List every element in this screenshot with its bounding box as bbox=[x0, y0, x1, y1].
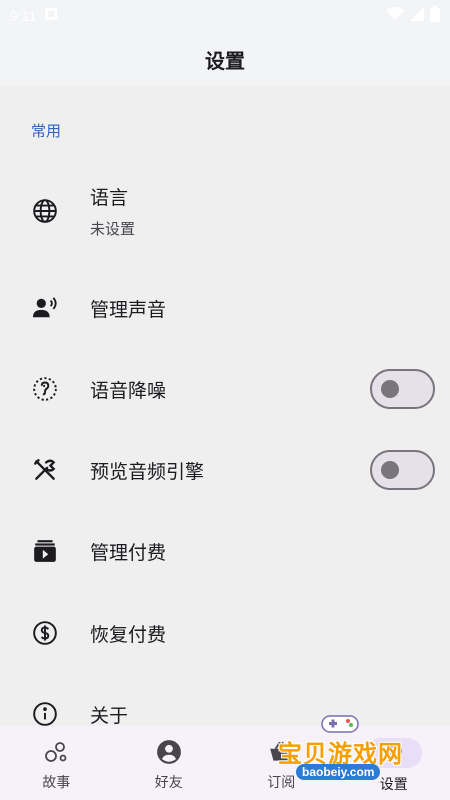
basket-icon bbox=[267, 738, 295, 766]
wifi-icon bbox=[386, 7, 404, 25]
audio-engine-toggle[interactable] bbox=[370, 450, 435, 490]
page-title: 设置 bbox=[205, 48, 245, 73]
nav-label: 设置 bbox=[379, 777, 408, 793]
setting-label: 管理付费 bbox=[90, 541, 167, 564]
setting-label: 管理声音 bbox=[90, 298, 167, 321]
bubbles-icon bbox=[42, 738, 70, 766]
setting-row-manage-voices[interactable]: 管理声音 bbox=[0, 268, 450, 348]
info-icon bbox=[32, 701, 58, 726]
nav-label: 好友 bbox=[154, 775, 183, 791]
nav-item-friends[interactable]: 好友 bbox=[113, 726, 226, 800]
voice-icon bbox=[32, 295, 58, 321]
setting-row-language[interactable]: 语言 未设置 bbox=[0, 171, 450, 251]
setting-row-restore-payments[interactable]: 恢复付费 bbox=[0, 593, 450, 673]
setting-label: 语音降噪 bbox=[90, 379, 167, 402]
nav-label: 订阅 bbox=[267, 775, 296, 791]
toggle-knob bbox=[381, 380, 399, 398]
setting-row-audio-engine[interactable]: 预览音频引擎 bbox=[0, 430, 450, 510]
status-bar: 9:11 bbox=[0, 0, 450, 32]
globe-icon bbox=[32, 198, 58, 224]
setting-label: 关于 bbox=[90, 704, 129, 727]
signal-icon bbox=[410, 7, 424, 25]
dollar-icon bbox=[32, 620, 58, 646]
nav-item-stories[interactable]: 故事 bbox=[0, 726, 113, 800]
app-bar: 设置 bbox=[0, 32, 450, 86]
noise-reduction-toggle[interactable] bbox=[370, 369, 435, 409]
section-header: 常用 bbox=[31, 122, 62, 140]
battery-icon bbox=[430, 6, 440, 26]
settings-icon bbox=[382, 739, 406, 767]
setting-sublabel: 未设置 bbox=[90, 220, 136, 238]
setting-label: 恢复付费 bbox=[90, 623, 167, 646]
active-indicator bbox=[365, 738, 422, 768]
nav-item-settings[interactable]: 设置 bbox=[338, 726, 450, 800]
account-icon bbox=[155, 738, 183, 766]
noise-reduction-icon bbox=[32, 376, 58, 402]
setting-row-manage-payments[interactable]: 管理付费 bbox=[0, 511, 450, 591]
setting-label: 预览音频引擎 bbox=[90, 460, 205, 483]
nav-item-subscriptions[interactable]: 订阅 bbox=[225, 726, 338, 800]
status-time: 9:11 bbox=[10, 8, 37, 24]
settings-list: 常用 语言 未设置 管理声音 语音降噪 预览音频引擎 管理付费 恢复付费 关于 bbox=[0, 86, 450, 726]
nav-label: 故事 bbox=[42, 775, 71, 791]
setting-row-about[interactable]: 关于 bbox=[0, 674, 450, 726]
bottom-navigation: 故事 好友 订阅 设置 bbox=[0, 726, 450, 800]
subscriptions-icon bbox=[32, 538, 58, 564]
setting-label: 语言 bbox=[90, 187, 129, 209]
notification-icon bbox=[44, 7, 58, 25]
setting-row-noise-reduction[interactable]: 语音降噪 bbox=[0, 349, 450, 429]
toggle-knob bbox=[381, 461, 399, 479]
tools-icon bbox=[32, 457, 58, 483]
